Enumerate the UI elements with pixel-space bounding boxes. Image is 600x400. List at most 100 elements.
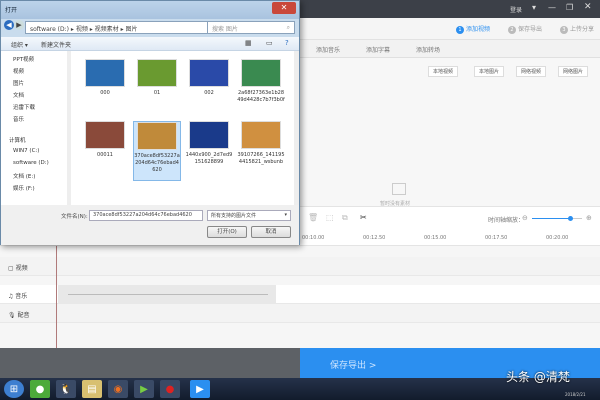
playhead[interactable] — [56, 246, 57, 348]
watermark: 头条 @清梵 — [506, 370, 570, 384]
firefox-icon[interactable]: ◉ — [108, 380, 128, 398]
video-editor-icon[interactable]: ▶ — [190, 380, 210, 398]
zoom-slider[interactable] — [532, 216, 582, 221]
login-button[interactable]: 登录 — [510, 5, 522, 14]
file-thumbnail — [241, 59, 281, 87]
file-name: 2a68f27363e1b2849d4428c7b7f3b0f — [237, 90, 285, 103]
clock-date: 2018/2/21 — [565, 392, 586, 397]
command-bar: 组织 ▾ 新建文件夹 ▦ ▭ ? — [1, 37, 299, 51]
preview-pane-icon[interactable]: ▭ — [266, 39, 273, 47]
split-icon[interactable]: ✂ — [360, 213, 367, 222]
file-item[interactable]: 000 — [81, 59, 129, 97]
nav-item[interactable]: 计算机 — [9, 136, 26, 144]
dialog-footer: 文件名(N): 370ace8df53227a204d64c76ebad4620… — [1, 205, 299, 245]
open-file-dialog: 打开 ✕ ◀ ▶ software (D:) ▸ 视频 ▸ 视频素材 ▸ 图片 … — [0, 0, 300, 245]
file-name: 01 — [153, 90, 161, 96]
file-name: 002 — [204, 90, 214, 96]
start-icon[interactable]: ⊞ — [4, 380, 24, 398]
step-3[interactable]: 3 上传分享 — [560, 24, 594, 34]
navigation-pane: PPT视频 视频 图片 文档 迅雷下载 音乐 计算机 WIN7 (C:) sof… — [1, 51, 71, 205]
view-icon[interactable]: ▦ — [245, 39, 252, 47]
ruler-tick: 00:20.00 — [546, 235, 569, 241]
restore-icon[interactable]: ❐ — [566, 3, 573, 12]
nav-item[interactable]: 迅雷下载 — [13, 103, 35, 111]
open-button[interactable]: 打开(O) — [207, 226, 247, 238]
file-thumbnail — [189, 59, 229, 87]
files-scrollbar[interactable] — [294, 51, 299, 205]
nav-item[interactable]: 音乐 — [13, 115, 24, 123]
filetype-select[interactable]: 所有支持的图片文件 ▾ — [207, 210, 291, 221]
local-video-button[interactable]: 本地视频 — [428, 66, 459, 77]
folder-icon[interactable]: ▤ — [82, 380, 102, 398]
dialog-titlebar: 打开 ✕ — [1, 1, 299, 19]
add-transition-button[interactable]: 添加转场 — [416, 45, 440, 54]
zoom-in-icon[interactable]: ⊕ — [586, 214, 592, 222]
export-button[interactable]: 保存导出 > — [330, 358, 376, 371]
nav-item[interactable]: 视频 — [13, 67, 24, 75]
video-icon: ▢ 视频 — [8, 265, 28, 272]
file-name: 00011 — [97, 152, 113, 158]
nav-item[interactable]: 娱乐 (F:) — [13, 184, 35, 192]
video-track[interactable]: ▢ 视频 — [0, 257, 600, 276]
new-folder-button[interactable]: 新建文件夹 — [41, 40, 71, 49]
file-name: 000 — [100, 90, 110, 96]
file-item[interactable]: 39107266_1411954415821_wsbunb — [237, 121, 285, 166]
nav-item[interactable]: software (D:) — [13, 160, 49, 166]
menu-icon[interactable]: ▾ — [532, 3, 536, 12]
filename-input[interactable]: 370ace8df53227a204d64c76ebad4620 — [89, 210, 203, 221]
player-icon[interactable]: ▶ — [134, 380, 154, 398]
crop-icon[interactable]: ⬚ — [326, 213, 334, 222]
search-input[interactable]: 搜索 图片 ⌕ — [207, 21, 295, 34]
audio-clip[interactable] — [58, 285, 276, 304]
forward-icon[interactable]: ▶ — [14, 20, 24, 30]
address-bar[interactable]: software (D:) ▸ 视频 ▸ 视频素材 ▸ 图片 — [25, 21, 221, 34]
dialog-title: 打开 — [5, 7, 18, 14]
empty-media-icon — [392, 183, 406, 195]
file-thumbnail — [137, 122, 177, 150]
ruler-tick: 00:15.00 — [424, 235, 447, 241]
add-subtitle-button[interactable]: 添加字幕 — [366, 45, 390, 54]
step-1[interactable]: 1 添加视频 — [456, 24, 490, 34]
record-icon[interactable]: ● — [160, 380, 180, 398]
music-icon: ♫ 音乐 — [8, 293, 28, 300]
file-name: 1440x900_2d7ed9151628899 — [185, 152, 233, 165]
bottom-bar — [0, 348, 300, 378]
file-item[interactable]: 2a68f27363e1b2849d4428c7b7f3b0f — [237, 59, 285, 104]
file-thumbnail — [85, 121, 125, 149]
file-item[interactable]: 01 — [133, 59, 181, 97]
nav-item[interactable]: PPT视频 — [13, 55, 34, 63]
file-item[interactable]: 370ace8df53227a204d64c76ebad4620 — [133, 121, 181, 181]
delete-icon[interactable]: 🗑 — [308, 213, 318, 222]
organize-button[interactable]: 组织 ▾ — [11, 40, 28, 49]
music-track[interactable]: ♫ 音乐 — [0, 285, 600, 304]
dialog-close-button[interactable]: ✕ — [272, 2, 296, 14]
help-icon[interactable]: ? — [285, 39, 289, 47]
file-item[interactable]: 1440x900_2d7ed9151628899 — [185, 121, 233, 166]
cancel-button[interactable]: 取消 — [251, 226, 291, 238]
local-image-button[interactable]: 本地图片 — [474, 66, 505, 77]
file-item[interactable]: 002 — [185, 59, 233, 97]
zoom-slider-handle[interactable] — [567, 216, 573, 221]
add-music-button[interactable]: 添加音乐 — [316, 45, 340, 54]
nav-item[interactable]: 文档 — [13, 91, 24, 99]
online-image-button[interactable]: 网络图片 — [558, 66, 589, 77]
file-item[interactable]: 00011 — [81, 121, 129, 159]
zoom-out-icon[interactable]: ⊖ — [522, 214, 528, 222]
qq-icon[interactable]: 🐧 — [56, 380, 76, 398]
back-icon[interactable]: ◀ — [4, 20, 14, 30]
nav-item[interactable]: 文档 (E:) — [13, 172, 35, 180]
file-thumbnail — [241, 121, 281, 149]
copy-icon[interactable]: ⧉ — [342, 213, 348, 223]
ruler-tick: 00:12.50 — [363, 235, 386, 241]
step-2[interactable]: 2 保存导出 — [508, 24, 542, 34]
search-icon: ⌕ — [286, 24, 290, 31]
file-thumbnail — [189, 121, 229, 149]
close-icon[interactable]: ✕ — [584, 2, 592, 12]
app-icon[interactable]: ● — [30, 380, 50, 398]
ruler-tick: 00:17.50 — [485, 235, 508, 241]
nav-item[interactable]: 图片 — [13, 79, 24, 87]
minimize-icon[interactable]: — — [548, 3, 556, 12]
online-video-button[interactable]: 网络视频 — [516, 66, 547, 77]
voiceover-track[interactable]: 🎙 配音 — [0, 304, 600, 323]
nav-item[interactable]: WIN7 (C:) — [13, 148, 39, 154]
